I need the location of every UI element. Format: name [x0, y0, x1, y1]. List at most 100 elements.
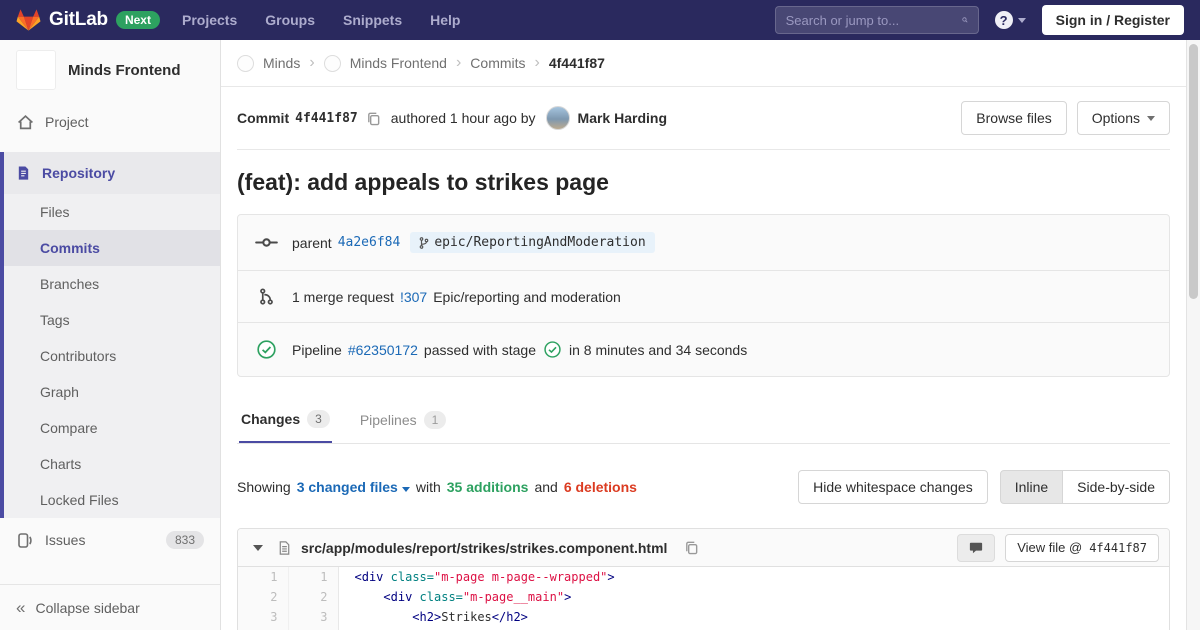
breadcrumb-separator: ›	[309, 55, 314, 71]
global-search[interactable]	[775, 6, 979, 34]
breadcrumb-link-minds-frontend[interactable]: Minds Frontend	[350, 55, 447, 71]
diff-table: 11<div class="m-page m-page--wrapped">22…	[238, 567, 1169, 630]
merge-request-row: 1 merge request !307 Epic/reporting and …	[238, 270, 1169, 322]
project-title: Minds Frontend	[68, 62, 181, 79]
nav-link-snippets[interactable]: Snippets	[343, 12, 402, 28]
breadcrumb-link-commits[interactable]: Commits	[470, 55, 525, 71]
next-badge: Next	[116, 11, 160, 29]
sidebar-item-tags[interactable]: Tags	[4, 302, 220, 338]
merge-request-icon	[254, 288, 278, 305]
deletions-count: 6 deletions	[564, 479, 637, 495]
sidebar-item-graph[interactable]: Graph	[4, 374, 220, 410]
sidebar-item-commits[interactable]: Commits	[4, 230, 220, 266]
tab-pipelines[interactable]: Pipelines 1	[358, 399, 449, 443]
sidebar-item-repository[interactable]: Repository	[4, 152, 220, 194]
copy-file-path-button[interactable]	[684, 540, 699, 555]
chevron-down-icon	[1147, 116, 1155, 121]
nav-link-help[interactable]: Help	[430, 12, 460, 28]
gitlab-tanuki-icon	[16, 8, 41, 32]
browse-files-button[interactable]: Browse files	[961, 101, 1066, 135]
hide-whitespace-button[interactable]: Hide whitespace changes	[798, 470, 988, 504]
diff-file-path[interactable]: src/app/modules/report/strikes/strikes.c…	[301, 540, 667, 556]
additions-count: 35 additions	[447, 479, 529, 495]
inline-view-button[interactable]: Inline	[1000, 470, 1063, 504]
help-menu[interactable]: ?	[995, 11, 1026, 29]
diff-stats-bar: Showing 3 changed files with 35 addition…	[237, 470, 1170, 504]
diff-file-card: src/app/modules/report/strikes/strikes.c…	[237, 528, 1170, 630]
sidebar-item-files[interactable]: Files	[4, 194, 220, 230]
sidebar-item-issues[interactable]: Issues 833	[0, 518, 220, 562]
search-input[interactable]	[786, 13, 962, 28]
main-content: Minds › Minds Frontend › Commits › 4f441…	[221, 40, 1186, 630]
gitlab-logotype: GitLab	[49, 9, 108, 31]
project-crumb-avatar	[324, 55, 341, 72]
group-avatar	[237, 55, 254, 72]
toggle-comments-button[interactable]	[957, 534, 995, 562]
branch-badge[interactable]: epic/ReportingAndModeration	[410, 232, 654, 253]
changed-files-dropdown[interactable]: 3 changed files	[297, 479, 410, 495]
sidebar-item-project[interactable]: Project	[0, 100, 220, 144]
repository-icon	[16, 165, 31, 181]
author-name[interactable]: Mark Harding	[578, 110, 667, 126]
parent-row: parent 4a2e6f84 epic/ReportingAndModerat…	[238, 215, 1169, 270]
sidebar-item-charts[interactable]: Charts	[4, 446, 220, 482]
diff-old-line-number[interactable]: 3	[238, 607, 288, 627]
collapse-file-icon[interactable]	[253, 545, 263, 551]
diff-new-line-number[interactable]: 3	[288, 607, 338, 627]
copy-icon	[366, 111, 381, 126]
parent-sha-link[interactable]: 4a2e6f84	[338, 235, 401, 250]
nav-link-groups[interactable]: Groups	[265, 12, 315, 28]
tab-changes-label: Changes	[241, 411, 300, 427]
project-context[interactable]: Minds Frontend	[0, 40, 220, 100]
changed-files-label: 3 changed files	[297, 479, 398, 495]
breadcrumb-link-minds[interactable]: Minds	[263, 55, 300, 71]
pipeline-link[interactable]: #62350172	[348, 342, 418, 358]
diff-code-line: <h2>Strikes</h2>	[338, 607, 1169, 627]
parent-label: parent	[292, 235, 332, 251]
author-avatar[interactable]	[546, 106, 570, 130]
tab-changes[interactable]: Changes 3	[239, 399, 332, 443]
diff-new-line-number[interactable]: 2	[288, 587, 338, 607]
options-dropdown-button[interactable]: Options	[1077, 101, 1170, 135]
view-file-label: View file @	[1017, 540, 1082, 555]
branch-icon	[419, 237, 429, 249]
merge-request-text: 1 merge request	[292, 289, 394, 305]
pipeline-row: Pipeline #62350172 passed with stage in …	[238, 322, 1169, 376]
options-label: Options	[1092, 110, 1140, 126]
diff-line: 11<div class="m-page m-page--wrapped">	[238, 567, 1169, 587]
nav-link-projects[interactable]: Projects	[182, 12, 237, 28]
diff-old-line-number[interactable]: 2	[238, 587, 288, 607]
copy-sha-button[interactable]	[366, 111, 381, 126]
diff-file-header: src/app/modules/report/strikes/strikes.c…	[238, 529, 1169, 567]
commit-tabs: Changes 3 Pipelines 1	[237, 399, 1170, 444]
copy-icon	[684, 540, 699, 555]
side-by-side-view-button[interactable]: Side-by-side	[1063, 470, 1170, 504]
merge-request-link[interactable]: !307	[400, 289, 427, 305]
collapse-icon: «	[16, 599, 25, 616]
sidebar-item-contributors[interactable]: Contributors	[4, 338, 220, 374]
collapse-sidebar-button[interactable]: « Collapse sidebar	[0, 584, 220, 630]
tab-pipelines-label: Pipelines	[360, 412, 417, 428]
view-file-button[interactable]: View file @ 4f441f87	[1005, 534, 1159, 562]
diff-code-line: <div class="m-page m-page--wrapped">	[338, 567, 1169, 587]
comment-bubble-icon	[969, 541, 983, 555]
breadcrumb-current-sha: 4f441f87	[549, 55, 605, 71]
left-sidebar: Minds Frontend Project Repository Files …	[0, 40, 221, 630]
page-scrollbar[interactable]	[1186, 40, 1200, 630]
stage-passed-icon[interactable]	[544, 341, 561, 358]
view-file-sha: 4f441f87	[1089, 541, 1147, 555]
help-icon: ?	[995, 11, 1013, 29]
sign-in-button[interactable]: Sign in / Register	[1042, 5, 1184, 35]
diff-new-line-number[interactable]: 1	[288, 567, 338, 587]
branch-name: epic/ReportingAndModeration	[434, 235, 645, 250]
diff-old-line-number[interactable]: 1	[238, 567, 288, 587]
sidebar-section-label: Repository	[42, 165, 115, 181]
breadcrumb-separator: ›	[456, 55, 461, 71]
scrollbar-thumb[interactable]	[1189, 44, 1198, 299]
diff-view-toggle: Inline Side-by-side	[1000, 470, 1170, 504]
sidebar-item-locked-files[interactable]: Locked Files	[4, 482, 220, 518]
sidebar-item-compare[interactable]: Compare	[4, 410, 220, 446]
gitlab-logo[interactable]: GitLab Next	[16, 8, 160, 32]
sidebar-item-branches[interactable]: Branches	[4, 266, 220, 302]
commit-info-box: parent 4a2e6f84 epic/ReportingAndModerat…	[237, 214, 1170, 377]
